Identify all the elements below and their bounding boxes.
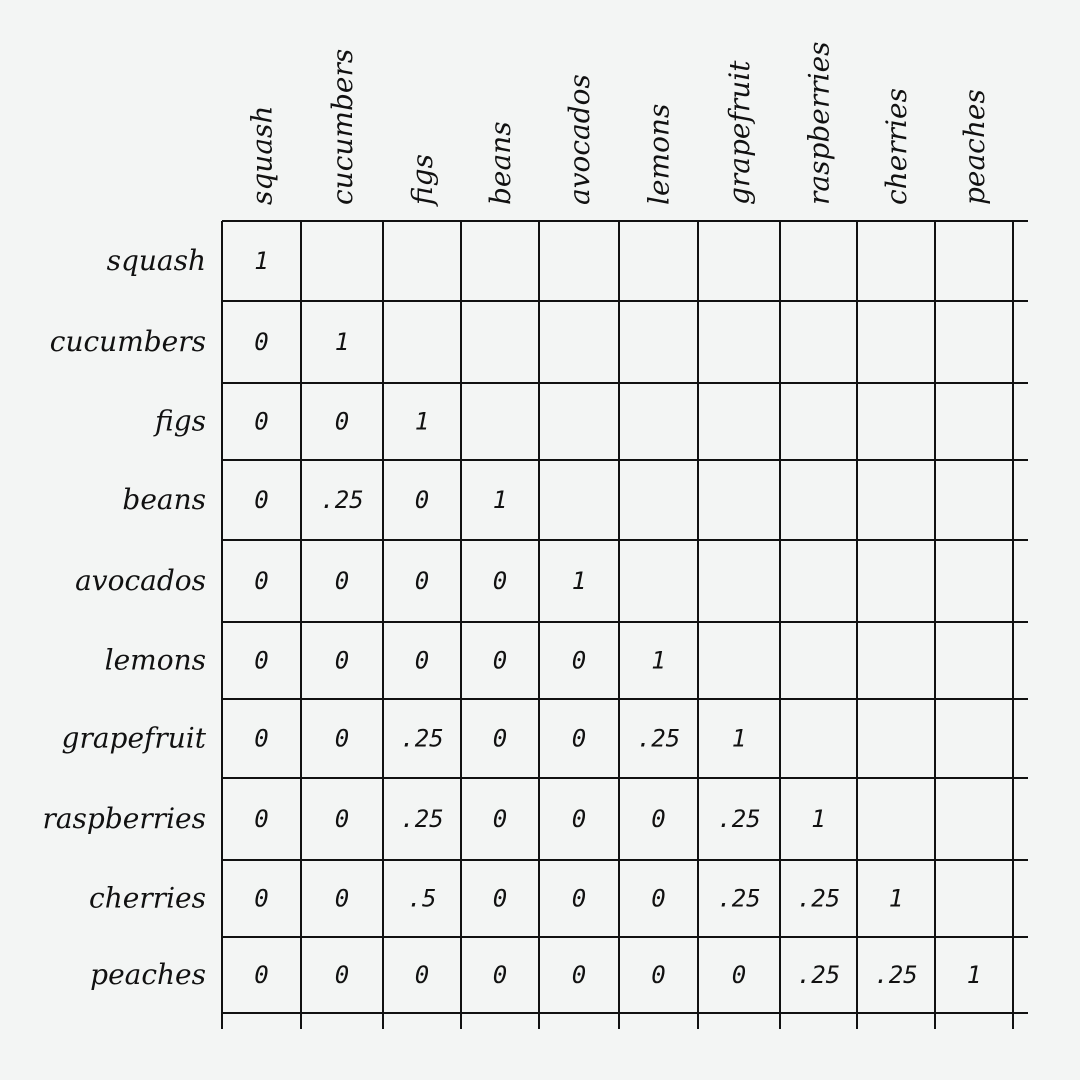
column-label: avocados <box>563 74 596 205</box>
cell-value: 0 <box>254 805 268 833</box>
cell-value: .25 <box>797 885 840 913</box>
cell-value: 0 <box>254 725 268 753</box>
row-label: beans <box>122 483 206 516</box>
column-label: cherries <box>880 88 913 205</box>
cell-value: .25 <box>797 961 840 989</box>
column-label: peaches <box>958 89 991 205</box>
column-label: lemons <box>643 104 676 205</box>
diagonal-cell-value: 1 <box>415 408 429 436</box>
row-label: cherries <box>89 882 206 915</box>
row-label: cucumbers <box>50 325 206 358</box>
cell-value: 0 <box>335 408 349 436</box>
cell-value: .25 <box>717 805 760 833</box>
cell-value: 0 <box>572 885 586 913</box>
cell-value: 0 <box>415 486 429 514</box>
row-label: squash <box>107 244 206 277</box>
row-label: avocados <box>75 564 206 597</box>
cell-value: .25 <box>400 805 443 833</box>
diagonal-cell-value: 1 <box>335 328 349 356</box>
column-labels: squash cucumbers figs beans avocados lemons gr… <box>246 41 992 207</box>
cell-value: 0 <box>254 328 268 356</box>
cell-value: 0 <box>493 725 507 753</box>
cell-value: 0 <box>732 961 746 989</box>
diagonal-cell-value: 1 <box>651 647 665 675</box>
cell-value: .25 <box>400 725 443 753</box>
cell-value: 0 <box>335 725 349 753</box>
cell-value: 0 <box>572 961 586 989</box>
cell-value: 0 <box>493 567 507 595</box>
column-label: beans <box>484 121 517 205</box>
cell-value: 0 <box>572 725 586 753</box>
cell-value: 0 <box>335 961 349 989</box>
column-label: cucumbers <box>326 49 359 205</box>
cell-value: 0 <box>335 567 349 595</box>
diagonal-cell-value: 1 <box>967 961 981 989</box>
column-label: raspberries <box>803 41 836 205</box>
cell-value: 0 <box>254 647 268 675</box>
cell-value: 0 <box>335 885 349 913</box>
row-label: grapefruit <box>62 722 207 755</box>
row-label: raspberries <box>42 802 206 835</box>
cell-value: 0 <box>254 961 268 989</box>
cell-value: 0 <box>651 805 665 833</box>
diagonal-cell-value: 1 <box>493 486 507 514</box>
diagonal-cell-value: 1 <box>254 247 268 275</box>
cell-value: 0 <box>572 647 586 675</box>
cell-value: 0 <box>493 961 507 989</box>
row-label: figs <box>153 405 206 438</box>
cell-value: 0 <box>651 885 665 913</box>
cell-value: .5 <box>408 885 437 913</box>
column-label: figs <box>406 154 439 207</box>
cell-value: 0 <box>254 567 268 595</box>
cell-value: 0 <box>415 961 429 989</box>
cell-value: 0 <box>493 647 507 675</box>
cell-value: .25 <box>874 961 917 989</box>
cell-value: 0 <box>254 885 268 913</box>
diagonal-cell-value: 1 <box>732 725 746 753</box>
row-label: peaches <box>90 958 206 991</box>
cell-value: 0 <box>254 486 268 514</box>
column-label: squash <box>246 106 279 205</box>
cell-value: 0 <box>572 805 586 833</box>
cell-value: .25 <box>717 885 760 913</box>
cell-value: 0 <box>335 805 349 833</box>
correlation-matrix-chart: squash cucumbers figs beans avocados lemons gr… <box>42 41 1028 1029</box>
row-label: lemons <box>105 644 206 677</box>
cell-value: 0 <box>415 647 429 675</box>
cell-value: 0 <box>493 885 507 913</box>
row-labels: squash cucumbers figs beans avocados lemons gr… <box>42 244 206 991</box>
column-label: grapefruit <box>723 60 756 205</box>
cell-value: 0 <box>651 961 665 989</box>
matrix-cells: 1 0 1 0 0 1 0 .25 0 1 0 0 0 0 1 0 0 0 0 0 1 0 0 .25 0 0 .25 1 0 0 .25 0… <box>254 247 981 989</box>
cell-value: .25 <box>320 486 363 514</box>
cell-value: 0 <box>254 408 268 436</box>
cell-value: 0 <box>415 567 429 595</box>
diagonal-cell-value: 1 <box>572 567 586 595</box>
cell-value: 0 <box>335 647 349 675</box>
cell-value: .25 <box>637 725 680 753</box>
cell-value: 0 <box>493 805 507 833</box>
diagonal-cell-value: 1 <box>811 805 825 833</box>
diagonal-cell-value: 1 <box>889 885 903 913</box>
